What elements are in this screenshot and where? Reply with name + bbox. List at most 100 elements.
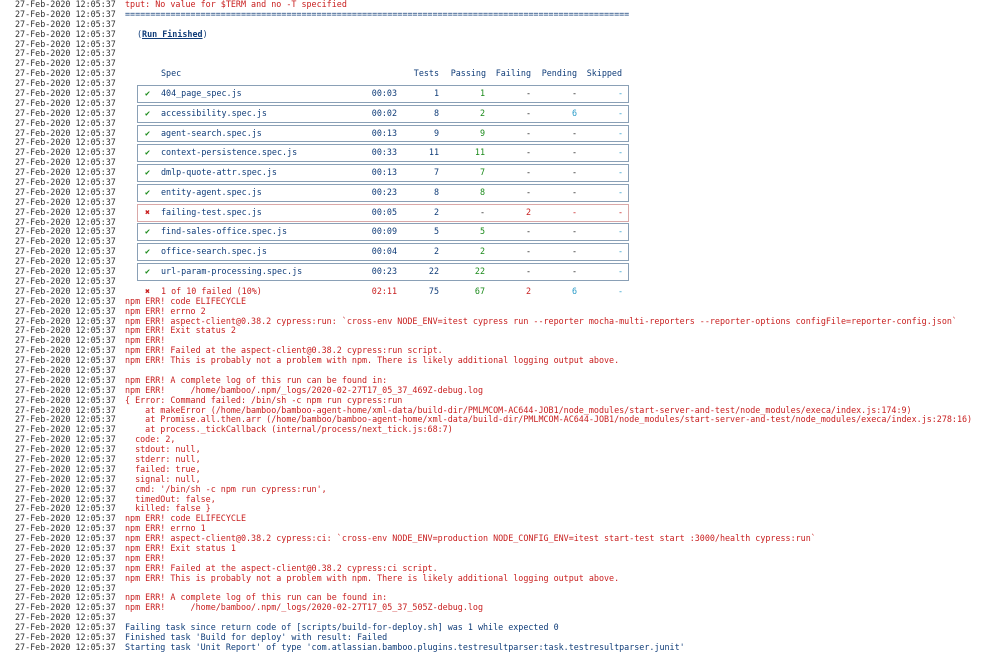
spec-name: failing-test.spec.js xyxy=(161,206,262,217)
tests-count: 9 xyxy=(433,127,439,138)
tests-count: 1 xyxy=(433,88,439,99)
check-icon: ✔ xyxy=(145,266,151,277)
failing-count: - xyxy=(525,167,531,178)
table-row: 27-Feb-2020 12:05:37 ✔ accessibility.spec.… xyxy=(0,104,999,123)
table-row: 27-Feb-2020 12:05:37 ✔ 404_page_spec.js 00:… xyxy=(0,85,999,103)
pending-count: - xyxy=(571,206,577,217)
pending-count: 6 xyxy=(571,107,577,118)
header-tests: Tests xyxy=(413,68,439,79)
check-icon: ✔ xyxy=(145,167,151,178)
pending-count: - xyxy=(571,226,577,237)
fail-icon: ✖ xyxy=(145,206,151,217)
tests-count: 8 xyxy=(433,186,439,197)
error-line: npm ERR! aspect-client@0.38.2 cypress:ru… xyxy=(125,315,957,326)
spec-duration: 00:33 xyxy=(371,147,397,158)
table-row: 27-Feb-2020 12:05:37 ✖ failing-test.spec.j… xyxy=(0,203,999,222)
passing-count: 7 xyxy=(479,167,485,178)
check-icon: ✔ xyxy=(145,226,151,237)
spec-name: entity-agent.spec.js xyxy=(161,186,262,197)
log-line: 27-Feb-2020 12:05:37 xyxy=(0,49,999,59)
summary-passing: 67 xyxy=(474,285,485,296)
table-row: 27-Feb-2020 12:05:37 ✔ entity-agent.spec.j… xyxy=(0,183,999,202)
table-row: 27-Feb-2020 12:05:37 ✔ office-search.spec.… xyxy=(0,243,999,262)
passing-count: 2 xyxy=(479,107,485,118)
failing-count: 2 xyxy=(525,206,531,217)
failing-count: - xyxy=(525,266,531,277)
failing-count: - xyxy=(525,246,531,257)
skipped-count: - xyxy=(617,127,623,138)
check-icon: ✔ xyxy=(145,147,151,158)
passing-count: 5 xyxy=(479,226,485,237)
log-line: 27-Feb-2020 12:05:37 (Run Finished) xyxy=(0,28,999,40)
failing-count: - xyxy=(525,107,531,118)
header-failing: Failing xyxy=(495,68,531,79)
spec-name: find-sales-office.spec.js xyxy=(161,226,288,237)
spec-duration: 00:05 xyxy=(371,206,397,217)
header-skipped: Skipped xyxy=(586,68,622,79)
spec-duration: 00:23 xyxy=(371,186,397,197)
passing-count: 1 xyxy=(479,88,485,99)
log-line: 27-Feb-2020 12:05:37 npm ERR! This is pro… xyxy=(0,355,999,366)
divider: ========================================… xyxy=(125,8,630,19)
pending-count: - xyxy=(571,167,577,178)
spec-name: office-search.spec.js xyxy=(161,246,267,257)
passing-count: - xyxy=(479,206,485,217)
spec-name: context-persistence.spec.js xyxy=(161,147,298,158)
tests-count: 22 xyxy=(428,266,439,277)
log-line: 27-Feb-2020 12:05:37 Starting task 'Unit … xyxy=(0,641,999,653)
skipped-count: - xyxy=(617,206,623,217)
log-line: 27-Feb-2020 12:05:37 ====================… xyxy=(0,8,999,20)
spec-duration: 00:04 xyxy=(371,246,397,257)
header-pending: Pending xyxy=(541,68,577,79)
spec-duration: 00:23 xyxy=(371,266,397,277)
table-row: 27-Feb-2020 12:05:37 ✔ context-persistence… xyxy=(0,144,999,163)
tests-count: 8 xyxy=(433,107,439,118)
spec-duration: 00:13 xyxy=(371,167,397,178)
skipped-count: - xyxy=(617,186,623,197)
tests-count: 5 xyxy=(433,226,439,237)
summary-pending: 6 xyxy=(571,285,577,296)
skipped-count: - xyxy=(617,266,623,277)
skipped-count: - xyxy=(617,226,623,237)
spec-name: 404_page_spec.js xyxy=(161,88,242,99)
table-row: 27-Feb-2020 12:05:37 ✔ dmlp-quote-attr.spe… xyxy=(0,164,999,182)
pending-count: - xyxy=(571,127,577,138)
passing-count: 22 xyxy=(474,266,485,277)
failing-count: - xyxy=(525,226,531,237)
check-icon: ✔ xyxy=(145,186,151,197)
skipped-count: - xyxy=(617,147,623,158)
paren-close: ) xyxy=(202,28,208,39)
error-line: npm ERR! This is probably not a problem … xyxy=(125,572,620,583)
header-passing: Passing xyxy=(450,68,486,79)
run-finished-link[interactable]: Run Finished xyxy=(142,29,203,39)
summary-tests: 75 xyxy=(428,285,439,296)
pending-count: - xyxy=(571,186,577,197)
passing-count: 2 xyxy=(479,246,485,257)
table-row: 27-Feb-2020 12:05:37 ✔ agent-search.spec.j… xyxy=(0,124,999,143)
failing-count: - xyxy=(525,88,531,99)
skipped-count: - xyxy=(617,167,623,178)
spec-name: agent-search.spec.js xyxy=(161,127,262,138)
log-timestamp: 27-Feb-2020 12:05:37 xyxy=(15,641,116,652)
passing-count: 8 xyxy=(479,186,485,197)
spec-name: dmlp-quote-attr.spec.js xyxy=(161,167,277,178)
summary-duration: 02:11 xyxy=(371,285,397,296)
log-line: 27-Feb-2020 12:05:37 npm ERR! This is pro… xyxy=(0,572,999,584)
passing-count: 9 xyxy=(479,127,485,138)
spec-name: accessibility.spec.js xyxy=(161,107,267,118)
failing-count: - xyxy=(525,147,531,158)
check-icon: ✔ xyxy=(145,246,151,257)
skipped-count: - xyxy=(617,107,623,118)
log-line: 27-Feb-2020 12:05:37 npm ERR! /home/bambo… xyxy=(0,602,999,613)
check-icon: ✔ xyxy=(145,107,151,118)
passing-count: 11 xyxy=(474,147,485,158)
check-icon: ✔ xyxy=(145,88,151,99)
log-line: 27-Feb-2020 12:05:37 xyxy=(0,39,999,50)
summary-skipped: - xyxy=(617,285,623,296)
skipped-count: - xyxy=(617,246,623,257)
table-row: 27-Feb-2020 12:05:37 ✔ url-param-processin… xyxy=(0,263,999,281)
header-spec: Spec xyxy=(161,68,182,79)
spec-name: url-param-processing.spec.js xyxy=(161,266,303,277)
failing-count: - xyxy=(525,127,531,138)
pending-count: - xyxy=(571,147,577,158)
